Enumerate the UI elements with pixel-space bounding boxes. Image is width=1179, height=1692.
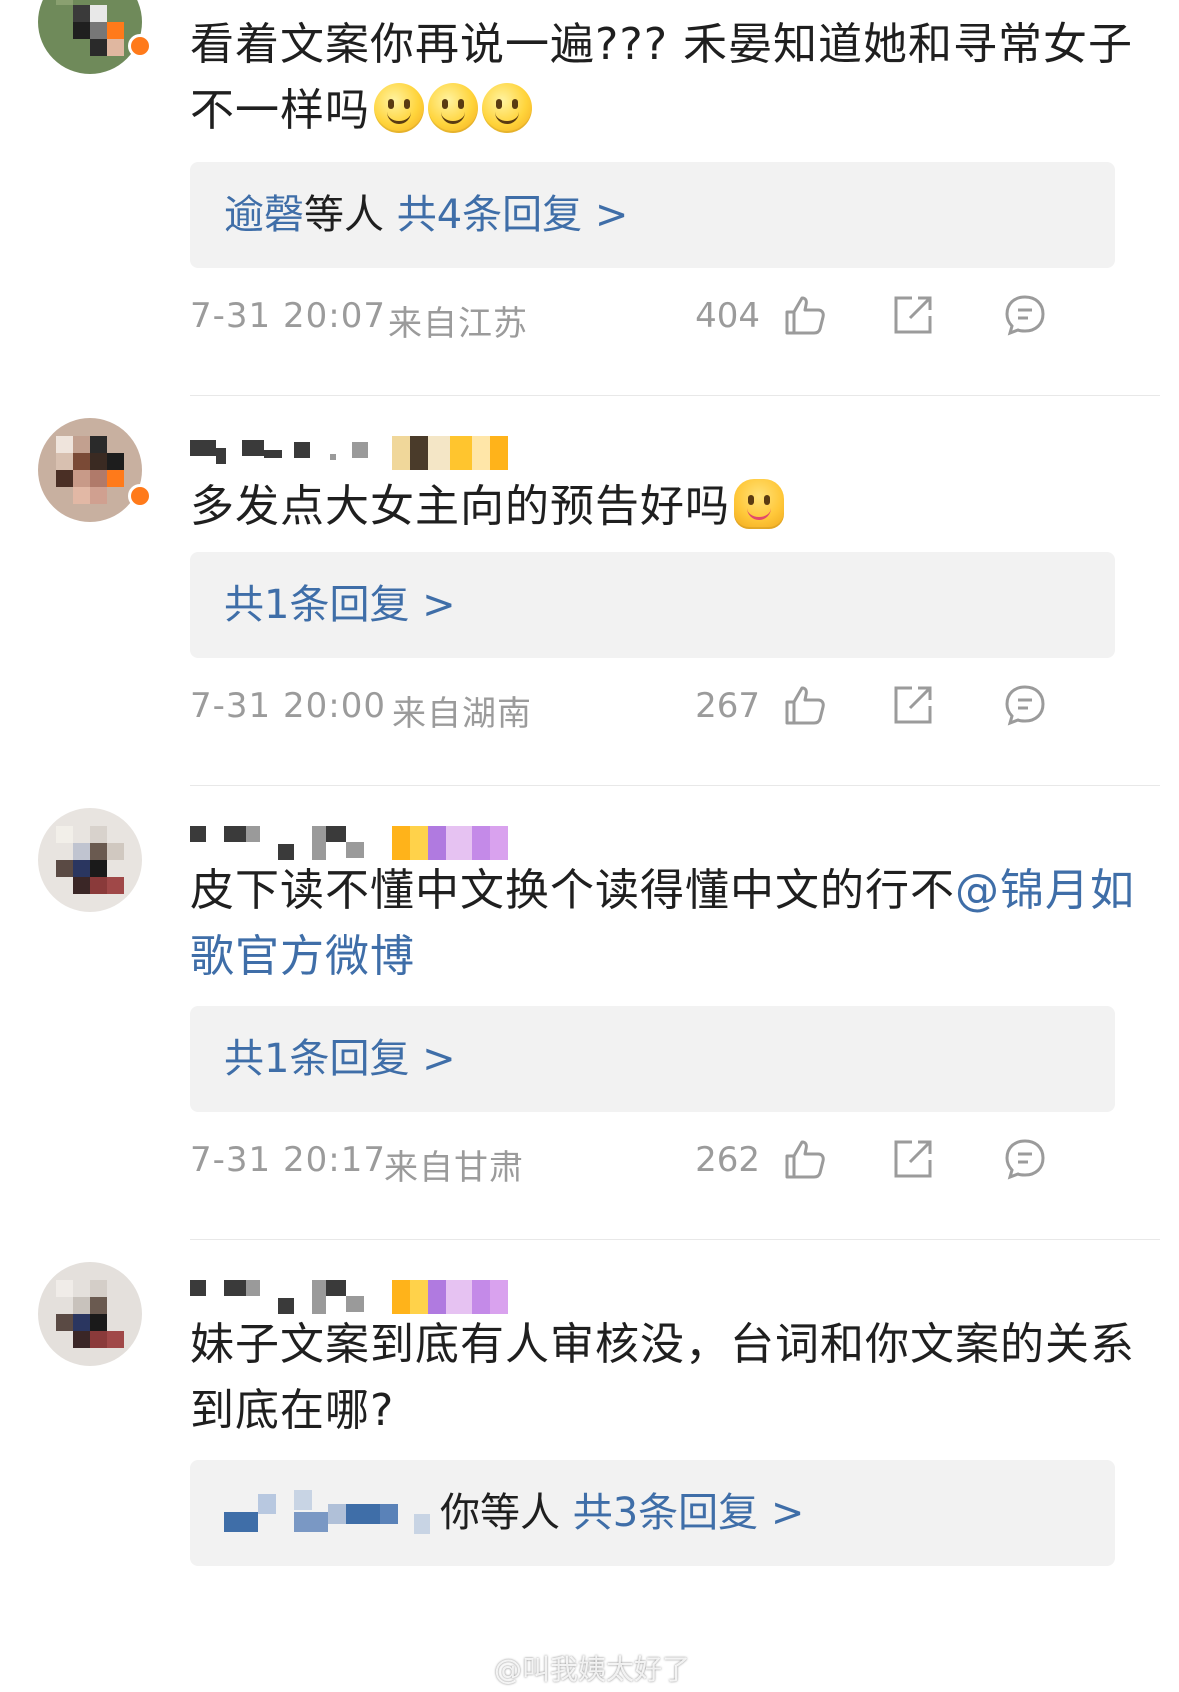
reply-user-link[interactable]: 逾磬: [224, 192, 304, 238]
comment-time: 7-31 20:07: [190, 296, 386, 336]
share-icon[interactable]: [890, 682, 936, 728]
comment-icon[interactable]: [1002, 682, 1048, 728]
replies-box[interactable]: 逾磬等人 共4条回复 >: [190, 162, 1115, 268]
thumbs-up-icon[interactable]: [782, 1136, 828, 1182]
share-icon[interactable]: [890, 1136, 936, 1182]
like-count: 404: [695, 296, 760, 336]
member-badge: [392, 436, 508, 470]
replies-count-link[interactable]: 共3条回复 >: [573, 1490, 805, 1536]
reply-user-redacted[interactable]: [224, 1490, 434, 1534]
avatar[interactable]: [38, 808, 142, 912]
member-badge: [392, 826, 508, 860]
share-icon[interactable]: [890, 292, 936, 338]
comment-icon[interactable]: [1002, 292, 1048, 338]
replies-count-link[interactable]: 共1条回复 >: [224, 582, 456, 628]
comment-time: 7-31 20:17: [190, 1140, 386, 1180]
member-badge: [392, 1280, 508, 1314]
comment-text: 看着文案你再说一遍??? 禾晏知道她和寻常女子不一样吗: [190, 19, 1134, 136]
comment-icon[interactable]: [1002, 1136, 1048, 1182]
replies-box[interactable]: 共1条回复 >: [190, 552, 1115, 658]
smile-emoji-icon: [428, 83, 478, 133]
comment-meta: 7-31 20:17 来自甘肃 262: [190, 1139, 1125, 1188]
divider: [190, 395, 1160, 396]
verified-badge: [128, 34, 152, 58]
replies-others-label: 你等人: [440, 1490, 560, 1536]
comment-location: 来自甘肃: [384, 1148, 524, 1188]
weibo-logo-icon: [450, 1653, 488, 1683]
divider: [190, 785, 1160, 786]
smile-emoji-icon: [482, 83, 532, 133]
comment-meta: 7-31 20:07 来自江苏 404: [190, 295, 1125, 344]
avatar[interactable]: [38, 1262, 142, 1366]
comment-location: 来自江苏: [388, 304, 528, 344]
comment-location: 来自湖南: [392, 694, 532, 734]
comment-text: 皮下读不懂中文换个读得懂中文的行不@锦月如歌官方微博: [190, 865, 1135, 982]
replies-others-label: 等人: [304, 192, 384, 238]
comment-text: 多发点大女主向的预告好吗: [190, 474, 1140, 540]
replies-box[interactable]: 你等人 共3条回复 >: [190, 1460, 1115, 1566]
replies-box[interactable]: 共1条回复 >: [190, 1006, 1115, 1112]
smile-emoji-icon: [374, 83, 424, 133]
thumbs-up-icon[interactable]: [782, 682, 828, 728]
comment-text: 妹子文案到底有人审核没，台词和你文案的关系到底在哪?: [190, 1319, 1135, 1436]
like-count: 267: [695, 686, 760, 726]
replies-count-link[interactable]: 共4条回复 >: [397, 192, 629, 238]
weibo-watermark: @叫我姨太好了: [450, 1648, 690, 1688]
comment-meta: 7-31 20:00 来自湖南 267: [190, 685, 1125, 734]
verified-badge: [128, 484, 152, 508]
divider: [190, 1239, 1160, 1240]
replies-count-link[interactable]: 共1条回复 >: [224, 1036, 456, 1082]
avatar[interactable]: [38, 418, 142, 522]
thumbs-up-icon[interactable]: [782, 292, 828, 338]
like-count: 262: [695, 1140, 760, 1180]
hug-emoji-icon: [734, 479, 784, 529]
comment-time: 7-31 20:00: [190, 686, 386, 726]
avatar[interactable]: [38, 0, 142, 74]
